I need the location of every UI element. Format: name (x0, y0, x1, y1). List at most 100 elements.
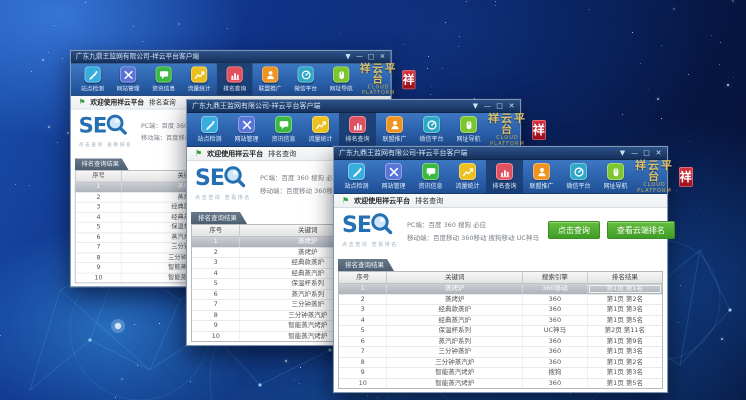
table-row[interactable]: 5保温杯系列UC神马第2页 第11名 (339, 326, 662, 337)
cell-no: 3 (192, 258, 240, 268)
table-row[interactable]: 3经典款蒸炉360第1页 第3名 (339, 305, 662, 316)
star-dot (48, 52, 49, 53)
toolbar-item-wechat[interactable]: 微信平台 (413, 113, 450, 146)
star-dot (300, 367, 301, 368)
toolbar-item-traffic[interactable]: 流量统计 (302, 113, 339, 146)
star-dot (54, 25, 55, 26)
desktop-background: 广东九鼎王监网有限公司-祥云平台客户端 ▼ — □ ✕ 站点检测网站管理资讯信息… (0, 0, 746, 400)
toolbar-item-nav[interactable]: 网址导航 (323, 63, 359, 95)
toolbar-item-ranking[interactable]: 排名查询 (339, 113, 376, 146)
table-row[interactable]: 9智能蒸汽烤炉搜狗第1页 第3名 (339, 368, 662, 379)
table-row[interactable]: 6蒸汽炉系列360第1页 第9名 (339, 337, 662, 348)
star-dot (680, 285, 681, 286)
toolbar-item-label: 微信平台 (566, 181, 590, 190)
toolbar-item-label: 排名查询 (223, 84, 246, 93)
toolbar-item-site-manage[interactable]: 网站管理 (110, 63, 146, 95)
toolbar-item-ranking[interactable]: 排名查询 (486, 160, 523, 193)
table-row[interactable]: 2蒸烤炉360第1页 第2名 (339, 295, 662, 306)
window-titlebar[interactable]: 广东九鼎王监网有限公司-祥云平台客户端 ▼ — □ ✕ (334, 147, 667, 160)
seo-logo: SE 点击查询 查看排名 (195, 165, 251, 201)
toolbar-item-wechat[interactable]: 微信平台 (288, 63, 324, 95)
column-header[interactable]: 关键词 (387, 272, 523, 283)
promotion-icon (386, 116, 403, 133)
toolbar-item-nav[interactable]: 网址导航 (597, 160, 634, 193)
maximize-button[interactable]: □ (367, 52, 376, 61)
column-header[interactable]: 排名结果 (588, 272, 662, 283)
toolbar-item-site-manage[interactable]: 网站管理 (228, 113, 265, 146)
skin-button[interactable]: ▼ (471, 102, 480, 111)
toolbar-item-promotion[interactable]: 联盟推广 (376, 113, 413, 146)
star-dot (700, 208, 701, 209)
results-tab[interactable]: 排名查询结果 (338, 259, 394, 271)
toolbar-item-label: 网址导航 (330, 84, 353, 93)
close-button[interactable]: ✕ (507, 102, 516, 111)
toolbar-item-site-manage[interactable]: 网站管理 (375, 160, 412, 193)
star-dot (299, 383, 300, 384)
star-dot (121, 378, 123, 380)
brand-subtitle: CLOUD PLATFORM (634, 182, 675, 194)
table-row[interactable]: 7三分钟蒸炉360第1页 第3名 (339, 347, 662, 358)
view-cloud-ranking-button[interactable]: 查看云端排名 (607, 221, 675, 239)
message-icon (422, 163, 439, 180)
minimize-button[interactable]: — (483, 102, 492, 111)
close-button[interactable]: ✕ (378, 52, 387, 61)
toolbar-item-info[interactable]: 资讯信息 (412, 160, 449, 193)
toolbar-item-label: 站点检测 (197, 134, 221, 143)
toolbar-item-label: 联盟推广 (382, 134, 406, 143)
brand-name: 祥云平台 (359, 63, 398, 84)
star-dot (640, 63, 641, 64)
results-tab[interactable]: 排名查询结果 (75, 158, 129, 170)
skin-button[interactable]: ▼ (618, 149, 627, 158)
query-panel: SE 点击查询 查看排名 PC端：百度 360 搜狗 必应 移动端：百度移动 3… (334, 208, 667, 252)
table-row[interactable]: 1蒸烤炉360移动第1页 第1名 (339, 284, 662, 295)
toolbar-item-site-check[interactable]: 站点检测 (191, 113, 228, 146)
toolbar-item-info[interactable]: 资讯信息 (146, 63, 182, 95)
column-header[interactable]: 序号 (192, 225, 240, 236)
window-controls: ▼ — □ ✕ (471, 102, 520, 111)
toolbar-item-promotion[interactable]: 联盟推广 (523, 160, 560, 193)
window-title: 广东九鼎王监网有限公司-祥云平台客户端 (334, 148, 618, 158)
query-button[interactable]: 点击查询 (548, 221, 600, 239)
maximize-button[interactable]: □ (495, 102, 504, 111)
traffic-stats-icon (312, 116, 329, 133)
toolbar-item-wechat[interactable]: 微信平台 (560, 160, 597, 193)
toolbar-item-nav[interactable]: 网址导航 (450, 113, 487, 146)
cell-no: 9 (192, 321, 240, 331)
close-button[interactable]: ✕ (654, 149, 663, 158)
toolbar-item-site-check[interactable]: 站点检测 (338, 160, 375, 193)
cell-no: 6 (192, 290, 240, 300)
toolbar-item-promotion[interactable]: 联盟推广 (252, 63, 288, 95)
toolbar-item-ranking[interactable]: 排名查询 (217, 63, 253, 95)
skin-button[interactable]: ▼ (344, 52, 353, 61)
maximize-button[interactable]: □ (642, 149, 651, 158)
toolbar-item-traffic[interactable]: 流量统计 (181, 63, 217, 95)
breadcrumb-welcome: 欢迎使用祥云平台 (207, 149, 263, 159)
minimize-button[interactable]: — (355, 52, 364, 61)
column-header[interactable]: 序号 (76, 171, 122, 182)
star-dot (430, 94, 431, 95)
results-tab[interactable]: 排名查询结果 (191, 212, 247, 224)
column-header[interactable]: 序号 (339, 272, 387, 283)
window-titlebar[interactable]: 广东九鼎王监网有限公司-祥云平台客户端 ▼ — □ ✕ (187, 100, 520, 113)
table-row[interactable]: 10智能蒸汽烤炉360第1页 第5名 (339, 379, 662, 389)
magnifier-icon (370, 212, 394, 240)
toolbar-item-traffic[interactable]: 流量统计 (449, 160, 486, 193)
star-dot (721, 338, 723, 340)
toolbar-item-site-check[interactable]: 站点检测 (75, 63, 111, 95)
star-dot (115, 397, 116, 398)
table-row[interactable]: 4经典蒸汽炉360第1页 第5名 (339, 316, 662, 327)
star-dot (431, 86, 432, 87)
star-dot (689, 141, 690, 142)
cell-no: 7 (339, 347, 387, 357)
toolbar-item-label: 流量统计 (455, 181, 479, 190)
minimize-button[interactable]: — (630, 149, 639, 158)
window-titlebar[interactable]: 广东九鼎王监网有限公司-祥云平台客户端 ▼ — □ ✕ (71, 51, 391, 63)
toolbar-item-info[interactable]: 资讯信息 (265, 113, 302, 146)
table-row[interactable]: 8三分钟蒸汽炉360第1页 第2名 (339, 358, 662, 369)
site-manage-icon (238, 116, 255, 133)
toolbar: 站点检测网站管理资讯信息流量统计排名查询联盟推广微信平台网址导航 祥云平台 CL… (334, 160, 667, 194)
toolbar-item-label: 资讯信息 (152, 84, 175, 93)
cell-keyword: 经典蒸汽炉 (387, 316, 523, 326)
column-header[interactable]: 搜索引擎 (523, 272, 588, 283)
cell-rank: 第1页 第3名 (588, 305, 662, 315)
